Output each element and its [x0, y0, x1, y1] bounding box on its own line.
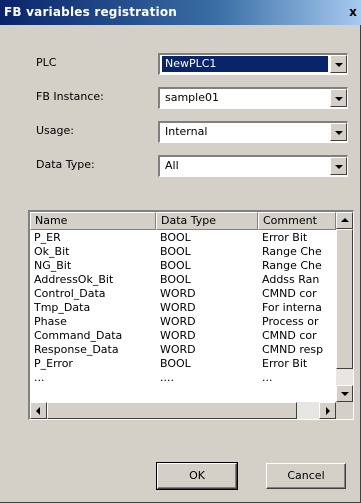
usage-select-value: Internal — [165, 125, 208, 138]
cell-name: ... — [34, 371, 45, 384]
cell-comment: Error Bit — [262, 357, 308, 370]
table-row[interactable]: Command_Data WORD CMND cor — [30, 329, 336, 343]
data-type-label-text: Data Type: — [36, 158, 95, 171]
cell-data-type: WORD — [160, 329, 196, 342]
column-header-name[interactable]: Name — [30, 212, 156, 230]
table-row[interactable]: P_ER BOOL Error Bit — [30, 231, 336, 245]
horizontal-scroll-thumb[interactable] — [47, 402, 297, 419]
cell-comment: Process or — [262, 315, 319, 328]
scroll-left-button[interactable] — [30, 402, 47, 419]
cell-name: P_ER — [34, 231, 61, 244]
cell-name: Command_Data — [34, 329, 123, 342]
cell-name: AddressOk_Bit — [34, 273, 114, 286]
cell-name: NG_Bit — [34, 259, 72, 272]
fb-variables-dialog: FB variables registration x PLC NewPLC1 … — [0, 0, 361, 503]
data-type-label: Data Type: — [36, 158, 95, 171]
cell-data-type: BOOL — [160, 231, 191, 244]
cell-data-type: BOOL — [160, 245, 191, 258]
fb-instance-label-text: FB Instance: — [36, 90, 104, 103]
scroll-right-icon — [326, 407, 330, 415]
chevron-down-icon — [335, 131, 343, 135]
cell-comment: Range Che — [262, 259, 322, 272]
table-row[interactable]: Tmp_Data WORD For interna — [30, 301, 336, 315]
cell-name: Response_Data — [34, 343, 119, 356]
scroll-left-icon — [36, 407, 40, 415]
table-row[interactable]: P_Error BOOL Error Bit — [30, 357, 336, 371]
close-icon[interactable]: x — [347, 5, 359, 19]
scrollbar-corner — [336, 402, 353, 419]
vertical-scroll-thumb[interactable] — [336, 229, 353, 369]
data-type-dropdown-button[interactable] — [330, 157, 347, 175]
cell-comment: CMND cor — [262, 287, 317, 300]
plc-select[interactable]: NewPLC1 — [158, 53, 348, 75]
column-header-comment[interactable]: Comment — [258, 212, 336, 230]
table-row[interactable]: Control_Data WORD CMND cor — [30, 287, 336, 301]
scroll-down-icon — [341, 392, 349, 396]
data-type-select[interactable]: All — [158, 155, 348, 177]
cell-name: P_Error — [34, 357, 73, 370]
cell-data-type: WORD — [160, 343, 196, 356]
plc-label-text: PLC — [36, 56, 57, 69]
scroll-up-icon — [341, 218, 349, 222]
cell-data-type: WORD — [160, 315, 196, 328]
table-row[interactable]: ... .... ... — [30, 371, 336, 385]
cell-comment: CMND cor — [262, 329, 317, 342]
plc-label: PLC — [36, 56, 56, 69]
cell-name: Control_Data — [34, 287, 106, 300]
column-header-data-type[interactable]: Data Type — [156, 212, 258, 230]
usage-label: Usage: — [36, 124, 74, 137]
fb-instance-label: FB Instance: — [36, 90, 104, 103]
cell-data-type: BOOL — [160, 273, 191, 286]
table-row[interactable]: NG_Bit BOOL Range Che — [30, 259, 336, 273]
window-title: FB variables registration — [4, 5, 178, 19]
cell-name: Tmp_Data — [34, 301, 91, 314]
cell-name: Ok_Bit — [34, 245, 70, 258]
table-row[interactable]: Response_Data WORD CMND resp — [30, 343, 336, 357]
cell-data-type: BOOL — [160, 259, 191, 272]
scroll-up-button[interactable] — [336, 212, 353, 229]
table-row[interactable]: Phase WORD Process or — [30, 315, 336, 329]
chevron-down-icon — [335, 97, 343, 101]
list-body: P_ER BOOL Error Bit Ok_Bit BOOL Range Ch… — [30, 231, 336, 399]
cell-data-type: WORD — [160, 301, 196, 314]
cell-data-type: BOOL — [160, 357, 191, 370]
variables-list[interactable]: Name Data Type Comment P_ER BOOL Error B… — [28, 210, 354, 420]
chevron-down-icon — [335, 165, 343, 169]
list-header: Name Data Type Comment — [30, 212, 336, 230]
cell-comment: Error Bit — [262, 231, 308, 244]
data-type-select-value: All — [165, 159, 179, 172]
plc-select-value: NewPLC1 — [162, 56, 328, 72]
usage-select[interactable]: Internal — [158, 121, 348, 143]
cancel-button[interactable]: Cancel — [266, 463, 346, 489]
horizontal-scrollbar[interactable] — [30, 402, 336, 419]
chevron-down-icon — [335, 63, 343, 67]
cell-comment: Range Che — [262, 245, 322, 258]
fb-instance-select-value: sample01 — [165, 91, 219, 104]
fb-instance-dropdown-button[interactable] — [330, 89, 347, 107]
scroll-down-button[interactable] — [336, 385, 353, 402]
cell-comment: CMND resp — [262, 343, 324, 356]
cell-data-type: WORD — [160, 287, 196, 300]
table-row[interactable]: Ok_Bit BOOL Range Che — [30, 245, 336, 259]
title-bar[interactable]: FB variables registration x — [0, 0, 361, 25]
scroll-right-button[interactable] — [319, 402, 336, 419]
table-row[interactable]: AddressOk_Bit BOOL Addss Ran — [30, 273, 336, 287]
cell-comment: For interna — [262, 301, 322, 314]
usage-label-text: Usage: — [36, 124, 74, 137]
cell-name: Phase — [34, 315, 67, 328]
usage-dropdown-button[interactable] — [330, 123, 347, 141]
cell-comment: ... — [262, 371, 273, 384]
fb-instance-select[interactable]: sample01 — [158, 87, 348, 109]
plc-dropdown-button[interactable] — [330, 55, 347, 73]
cell-comment: Addss Ran — [262, 273, 320, 286]
cell-data-type: .... — [160, 371, 174, 384]
ok-button[interactable]: OK — [156, 462, 238, 490]
vertical-scrollbar[interactable] — [336, 212, 353, 402]
